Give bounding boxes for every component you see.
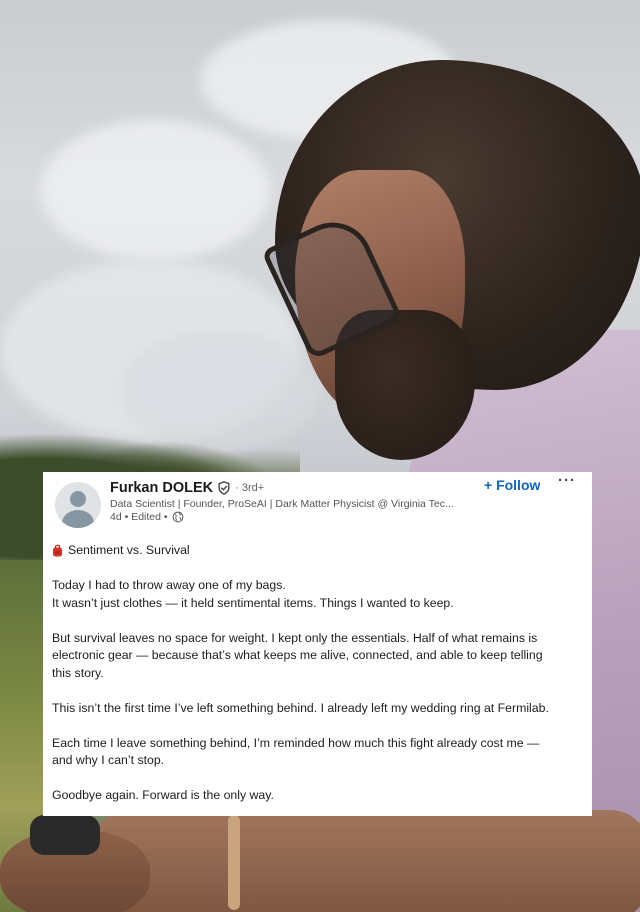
- post-paragraph: Each time I leave something behind, I’m …: [52, 735, 540, 750]
- author-row: Furkan DOLEK · 3rd+: [110, 480, 264, 496]
- avatar-head: [70, 491, 86, 507]
- post-paragraph: electronic gear — because that’s what ke…: [52, 648, 543, 662]
- avatar[interactable]: [55, 482, 101, 528]
- post-paragraph: this story.: [52, 665, 104, 680]
- post-paragraph: But survival leaves no space for weight.…: [52, 630, 538, 645]
- post-timestamp: 4d • Edited •: [110, 511, 168, 523]
- verified-icon: [218, 481, 230, 495]
- post-meta: 4d • Edited •: [110, 511, 184, 523]
- cloud: [40, 120, 270, 260]
- post-title: Sentiment vs. Survival: [68, 543, 190, 557]
- post-paragraph: It wasn’t just clothes — it held sentime…: [52, 595, 454, 610]
- connection-degree: · 3rd+: [235, 482, 265, 494]
- post-body: Sentiment vs. Survival Today I had to th…: [52, 542, 580, 805]
- more-options-button[interactable]: ···: [558, 472, 576, 489]
- watch: [30, 815, 100, 855]
- post-title-line: Sentiment vs. Survival: [52, 542, 580, 560]
- post-paragraph: This isn’t the first time I’ve left some…: [52, 700, 549, 715]
- bracelet: [228, 815, 240, 910]
- post-paragraph: Goodbye again. Forward is the only way.: [52, 788, 274, 802]
- arm: [90, 810, 640, 912]
- bag-icon: [53, 545, 62, 557]
- globe-icon: [172, 511, 183, 523]
- author-headline: Data Scientist | Founder, ProSeAI | Dark…: [110, 498, 454, 510]
- follow-button[interactable]: + Follow: [484, 477, 540, 493]
- author-name[interactable]: Furkan DOLEK: [110, 480, 213, 496]
- post-paragraph: Today I had to throw away one of my bags…: [52, 578, 286, 592]
- post-paragraph: and why I can’t stop.: [52, 753, 165, 767]
- linkedin-post-card: Furkan DOLEK · 3rd+ Data Scientist | Fou…: [43, 472, 592, 816]
- avatar-body: [62, 510, 94, 528]
